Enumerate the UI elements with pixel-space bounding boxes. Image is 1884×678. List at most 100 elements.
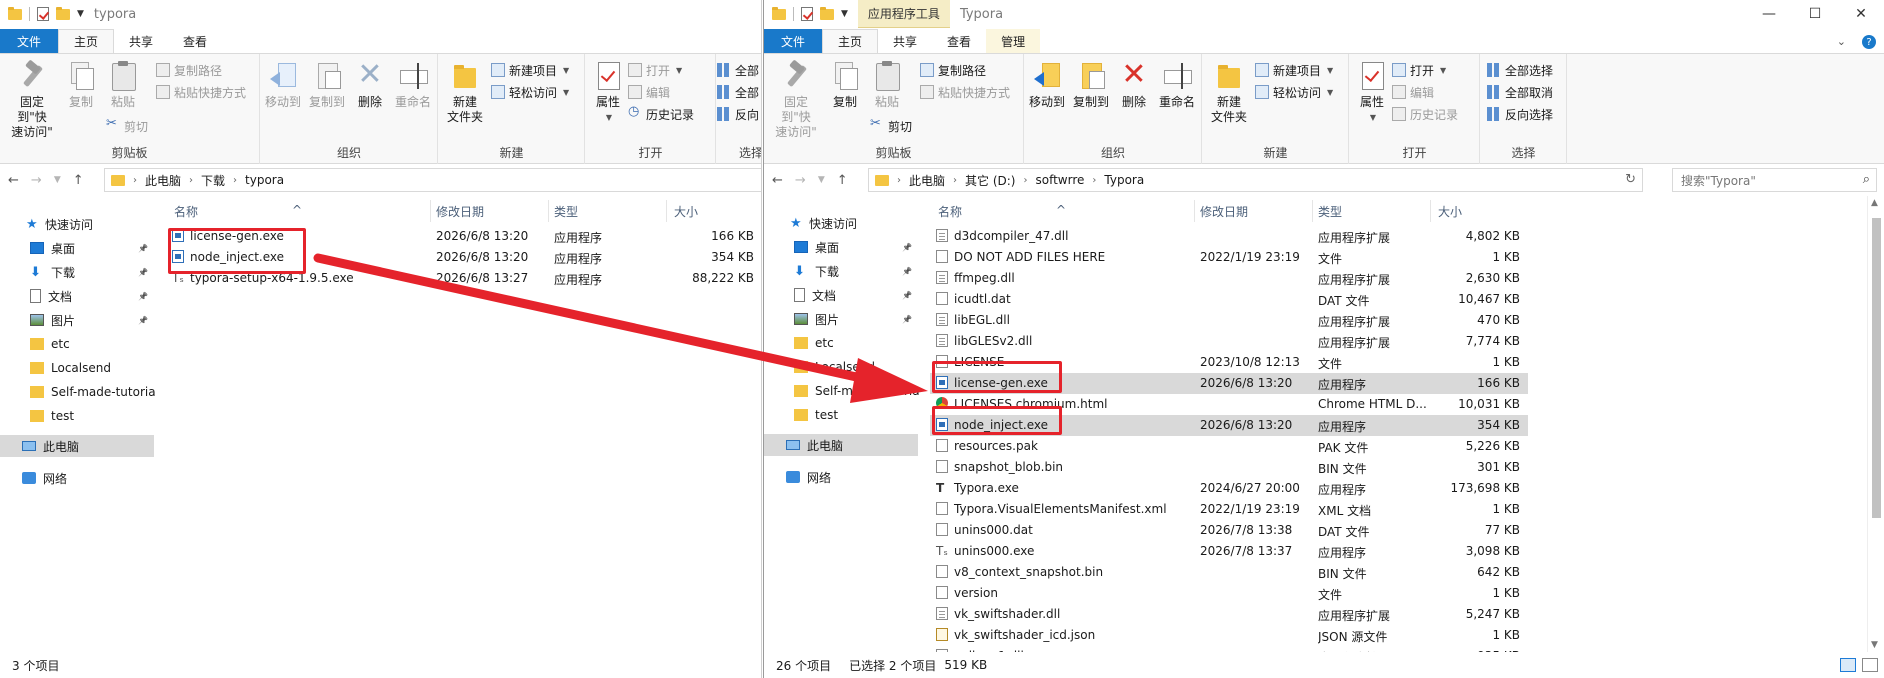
sidebar-item[interactable]: Localsend <box>0 357 154 379</box>
file-row[interactable]: libEGL.dll 应用程序扩展 470 KB <box>930 310 1528 331</box>
delete-button[interactable]: ✕ 删除 <box>355 60 385 110</box>
pin-icon[interactable]: 📌 <box>902 267 912 276</box>
sidebar-item[interactable]: etc <box>0 333 154 355</box>
column-divider[interactable] <box>1194 200 1195 222</box>
sidebar-item[interactable]: ⬇ 下载 📌 <box>0 261 154 283</box>
copy-to-button[interactable]: 复制到 <box>307 60 347 110</box>
rename-button[interactable]: 重命名 <box>1157 60 1197 110</box>
cut-button[interactable]: 剪切 <box>106 116 148 136</box>
sidebar-item[interactable]: ★ 快速访问 <box>764 212 918 234</box>
tab-home[interactable]: 主页 <box>58 29 115 53</box>
chevron-down-icon[interactable]: ▼ <box>77 9 84 19</box>
file-row[interactable]: d3dcompiler_47.dll 应用程序扩展 4,802 KB <box>930 226 1528 247</box>
sidebar-item[interactable]: 桌面 📌 <box>0 237 154 259</box>
sidebar-item[interactable]: test <box>0 405 154 427</box>
paste-shortcut-button[interactable]: 粘贴快捷方式 <box>920 82 1010 102</box>
help-icon[interactable]: ? <box>1862 35 1876 49</box>
file-row[interactable]: version 文件 1 KB <box>930 583 1528 604</box>
breadcrumb-item[interactable]: typora <box>245 173 284 187</box>
properties-check-icon[interactable] <box>37 7 49 21</box>
sidebar-item[interactable]: 文档 📌 <box>764 284 918 306</box>
recent-chevron-icon[interactable]: ▼ <box>818 175 825 185</box>
search-icon[interactable]: ⌕ <box>1863 172 1870 187</box>
cut-button[interactable]: 剪切 <box>870 116 912 136</box>
sidebar-item[interactable]: 网络 <box>764 466 918 488</box>
sidebar-item[interactable]: 图片 📌 <box>0 309 154 331</box>
sidebar-item[interactable]: ⬇ 下载 📌 <box>764 260 918 282</box>
file-row[interactable]: vk_swiftshader.dll 应用程序扩展 5,247 KB <box>930 604 1528 625</box>
copy-button[interactable]: 复制 <box>66 60 96 110</box>
file-row[interactable]: unins000.dat 2026/7/8 13:38 DAT 文件 77 KB <box>930 520 1528 541</box>
file-row[interactable]: v8_context_snapshot.bin BIN 文件 642 KB <box>930 562 1528 583</box>
file-row[interactable]: T Typora.exe 2024/6/27 20:00 应用程序 173,698 KB <box>930 478 1528 499</box>
column-divider[interactable] <box>1430 200 1431 222</box>
sidebar-item[interactable]: ★ 快速访问 <box>0 213 154 235</box>
sidebar-item[interactable]: 图片 📌 <box>764 308 918 330</box>
close-icon[interactable]: ✕ <box>1838 0 1884 28</box>
history-button[interactable]: 历史记录 <box>1392 104 1458 124</box>
file-row[interactable]: Typora.VisualElementsManifest.xml 2022/1/… <box>930 499 1528 520</box>
column-date[interactable]: 修改日期 <box>436 203 484 220</box>
column-divider[interactable] <box>666 200 667 222</box>
vertical-scrollbar[interactable]: ▲ ▼ <box>1867 196 1884 652</box>
column-size[interactable]: 大小 <box>1438 203 1462 220</box>
rename-button[interactable]: 重命名 <box>393 60 433 110</box>
forward-arrow-icon[interactable]: → <box>795 173 806 188</box>
search-input[interactable]: 搜索"Typora" ⌕ <box>1672 168 1877 192</box>
breadcrumb-item[interactable]: softwrre <box>1035 173 1084 187</box>
tab-manage[interactable]: 管理 <box>986 29 1041 53</box>
paste-shortcut-button[interactable]: 粘贴快捷方式 <box>156 82 246 102</box>
column-divider[interactable] <box>430 200 431 222</box>
pin-icon[interactable]: 📌 <box>902 291 912 300</box>
paste-button[interactable]: 粘贴 <box>106 60 140 110</box>
pin-quick-access-button[interactable]: 固定到"快 速访问" <box>770 60 822 140</box>
refresh-icon[interactable]: ↻ <box>1625 172 1636 187</box>
sidebar-item[interactable]: etc <box>764 332 918 354</box>
delete-button[interactable]: ✕ 删除 <box>1119 60 1149 110</box>
pin-icon[interactable]: 📌 <box>902 315 912 324</box>
column-name[interactable]: 名称 <box>938 203 962 220</box>
up-arrow-icon[interactable]: ↑ <box>837 173 848 188</box>
new-folder-button[interactable]: 新建 文件夹 <box>1209 60 1249 125</box>
open-button[interactable]: 打开 ▼ <box>628 60 682 80</box>
move-to-button[interactable]: 移动到 <box>263 60 303 110</box>
sidebar-item[interactable]: 桌面 📌 <box>764 236 918 258</box>
scroll-up-icon[interactable]: ▲ <box>1871 198 1878 208</box>
pin-icon[interactable]: 📌 <box>902 243 912 252</box>
properties-check-icon[interactable] <box>801 7 813 21</box>
file-row[interactable]: resources.pak PAK 文件 5,226 KB <box>930 436 1528 457</box>
breadcrumb[interactable]: › 此电脑 › 下载 › typora <box>104 168 761 192</box>
tab-share[interactable]: 共享 <box>114 29 168 53</box>
column-type[interactable]: 类型 <box>1318 203 1342 220</box>
scroll-down-icon[interactable]: ▼ <box>1871 640 1878 650</box>
large-icons-view-icon[interactable] <box>1862 658 1878 672</box>
ribbon-collapse-chevron-icon[interactable]: ⌄ <box>1837 35 1846 49</box>
file-row[interactable]: Tₛ unins000.exe 2026/7/8 13:37 应用程序 3,098 KB <box>930 541 1528 562</box>
forward-arrow-icon[interactable]: → <box>31 173 42 188</box>
breadcrumb-item[interactable]: 其它 (D:) <box>965 172 1015 189</box>
properties-button[interactable]: 属性 ▼ <box>592 60 624 125</box>
tab-home[interactable]: 主页 <box>822 29 879 53</box>
edit-button[interactable]: 编辑 <box>1392 82 1434 102</box>
recent-chevron-icon[interactable]: ▼ <box>54 175 61 185</box>
select-all-button[interactable]: 全部 <box>717 60 759 80</box>
sidebar-item[interactable]: 此电脑 <box>0 435 154 457</box>
select-none-button[interactable]: 全部取消 <box>1487 82 1553 102</box>
tab-file[interactable]: 文件 <box>0 29 59 53</box>
new-folder-icon[interactable] <box>820 6 834 20</box>
invert-selection-button[interactable]: 反向 <box>717 104 759 124</box>
pin-icon[interactable]: 📌 <box>138 292 148 301</box>
file-row[interactable]: ffmpeg.dll 应用程序扩展 2,630 KB <box>930 268 1528 289</box>
breadcrumb-item[interactable]: 此电脑 <box>909 172 945 189</box>
pin-quick-access-button[interactable]: 固定到"快 速访问" <box>6 60 58 140</box>
sidebar-item[interactable]: 文档 📌 <box>0 285 154 307</box>
paste-button[interactable]: 粘贴 <box>870 60 904 110</box>
breadcrumb-item[interactable]: 此电脑 <box>145 172 181 189</box>
new-item-button[interactable]: 新建项目 ▼ <box>491 60 569 80</box>
move-to-button[interactable]: 移动到 <box>1027 60 1067 110</box>
column-size[interactable]: 大小 <box>674 203 698 220</box>
scrollbar-thumb[interactable] <box>1872 218 1881 518</box>
edit-button[interactable]: 编辑 <box>628 82 670 102</box>
tab-view[interactable]: 查看 <box>168 29 222 53</box>
sidebar-item[interactable]: test <box>764 404 918 426</box>
